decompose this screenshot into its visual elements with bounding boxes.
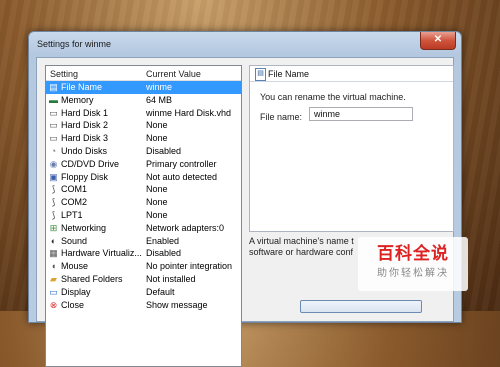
settings-row[interactable]: ⊞ Networking Network adapters:0 [46, 222, 241, 235]
setting-label: Hard Disk 1 [61, 107, 109, 118]
setting-value: Show message [146, 299, 208, 310]
floppy-icon: ▣ [49, 171, 58, 182]
settings-row[interactable]: ⟆ COM1 None [46, 183, 241, 196]
setting-value: None [146, 197, 168, 208]
file-name-input[interactable]: winme [309, 107, 413, 121]
setting-label: Shared Folders [61, 273, 123, 284]
detail-header: ▤ File Name [250, 66, 453, 82]
setting-value: Disabled [146, 248, 182, 259]
setting-label: COM1 [61, 184, 88, 195]
settings-list[interactable]: Setting Current Value ▤ File Name winme ▬ Me… [45, 65, 242, 367]
title-bar[interactable]: Settings for winme ✕ [29, 32, 461, 56]
settings-row[interactable]: ▭ Hard Disk 1 winme Hard Disk.vhd [46, 107, 241, 120]
settings-row[interactable]: ⟆ COM2 None [46, 196, 241, 209]
file-icon: ▤ [49, 82, 58, 92]
close-button[interactable]: ✕ [420, 32, 456, 50]
lpt-port-icon: ⟆ [51, 209, 56, 220]
cd-dvd-icon: ◉ [49, 158, 58, 169]
setting-label: Mouse [61, 261, 89, 272]
watermark-title: 百科全说 [377, 244, 449, 264]
setting-value: Disabled [146, 145, 182, 156]
setting-value: winme [146, 82, 173, 92]
setting-label: Undo Disks [61, 145, 108, 156]
setting-label: LPT1 [61, 209, 83, 220]
list-header: Setting Current Value [46, 66, 241, 81]
hard-disk-icon: ▭ [49, 107, 58, 118]
settings-row[interactable]: ◐ Sound Enabled [46, 235, 241, 248]
setting-value: None [146, 209, 168, 220]
settings-row[interactable]: ◖ Mouse No pointer integration [46, 260, 241, 273]
watermark-logo: 百科全说 助你轻松解决 [358, 237, 468, 291]
hardware-virtualization-icon: ▦ [49, 248, 58, 259]
settings-row[interactable]: ◔ Undo Disks Disabled [46, 145, 241, 158]
watermark-subtitle: 助你轻松解决 [377, 268, 449, 279]
ok-button[interactable] [300, 300, 422, 313]
settings-row[interactable]: ▰ Shared Folders Not installed [46, 273, 241, 286]
network-icon: ⊞ [49, 222, 58, 233]
settings-row[interactable]: ▭ Hard Disk 3 None [46, 132, 241, 145]
setting-label: Sound [61, 235, 88, 246]
setting-value: No pointer integration [146, 261, 233, 272]
setting-value: Network adapters:0 [146, 222, 225, 233]
setting-label: CD/DVD Drive [61, 158, 120, 169]
file-name-label: File name: [260, 112, 303, 122]
hard-disk-icon: ▭ [49, 120, 58, 131]
detail-panel: ▤ File Name You can rename the virtual m… [249, 65, 454, 232]
close-setting-icon: ⊗ [49, 299, 58, 310]
setting-label: Networking [61, 222, 107, 233]
setting-label: File Name [61, 82, 103, 92]
settings-row[interactable]: ▦ Hardware Virtualiz... Disabled [46, 247, 241, 260]
column-header-current-value[interactable]: Current Value [146, 69, 201, 79]
settings-row[interactable]: ▭ Display Default [46, 286, 241, 299]
display-icon: ▭ [49, 286, 58, 297]
setting-label: Display [61, 286, 91, 297]
memory-icon: ▬ [49, 94, 58, 105]
folder-icon: ▰ [50, 273, 57, 284]
settings-row[interactable]: ▭ Hard Disk 2 None [46, 119, 241, 132]
settings-row[interactable]: ▣ Floppy Disk Not auto detected [46, 171, 241, 184]
setting-value: Not installed [146, 273, 196, 284]
setting-value: None [146, 133, 168, 144]
com-port-icon: ⟆ [51, 197, 56, 208]
detail-heading: File Name [268, 69, 310, 79]
setting-label: Hard Disk 2 [61, 120, 109, 131]
settings-row[interactable]: ◉ CD/DVD Drive Primary controller [46, 158, 241, 171]
setting-label: Floppy Disk [61, 171, 109, 182]
setting-value: Default [146, 286, 175, 297]
setting-value: None [146, 184, 168, 195]
setting-label: Memory [61, 94, 94, 105]
file-icon: ▤ [255, 68, 266, 81]
com-port-icon: ⟆ [51, 184, 56, 195]
setting-value: Primary controller [146, 158, 217, 169]
window-title: Settings for winme [37, 39, 112, 49]
setting-label: Hard Disk 3 [61, 133, 109, 144]
sound-icon: ◐ [50, 235, 57, 246]
setting-label: Hardware Virtualiz... [61, 248, 142, 259]
hard-disk-icon: ▭ [49, 133, 58, 144]
mouse-icon: ◖ [50, 261, 57, 272]
setting-value: winme Hard Disk.vhd [146, 107, 232, 118]
undo-disk-icon: ◔ [50, 145, 57, 156]
column-header-setting[interactable]: Setting [50, 69, 78, 79]
detail-description: You can rename the virtual machine. [260, 92, 406, 102]
setting-label: COM2 [61, 197, 88, 208]
settings-row[interactable]: ⟆ LPT1 None [46, 209, 241, 222]
settings-row[interactable]: ⊗ Close Show message [46, 299, 241, 312]
settings-rows: ▤ File Name winme ▬ Memory 64 MB ▭ Hard Disk 1w… [46, 81, 241, 311]
setting-value: 64 MB [146, 94, 173, 105]
setting-value: None [146, 120, 168, 131]
setting-value: Enabled [146, 235, 180, 246]
setting-value: Not auto detected [146, 171, 218, 182]
settings-row[interactable]: ▬ Memory 64 MB [46, 94, 241, 107]
setting-label: Close [61, 299, 85, 310]
settings-row[interactable]: ▤ File Name winme [46, 81, 241, 94]
